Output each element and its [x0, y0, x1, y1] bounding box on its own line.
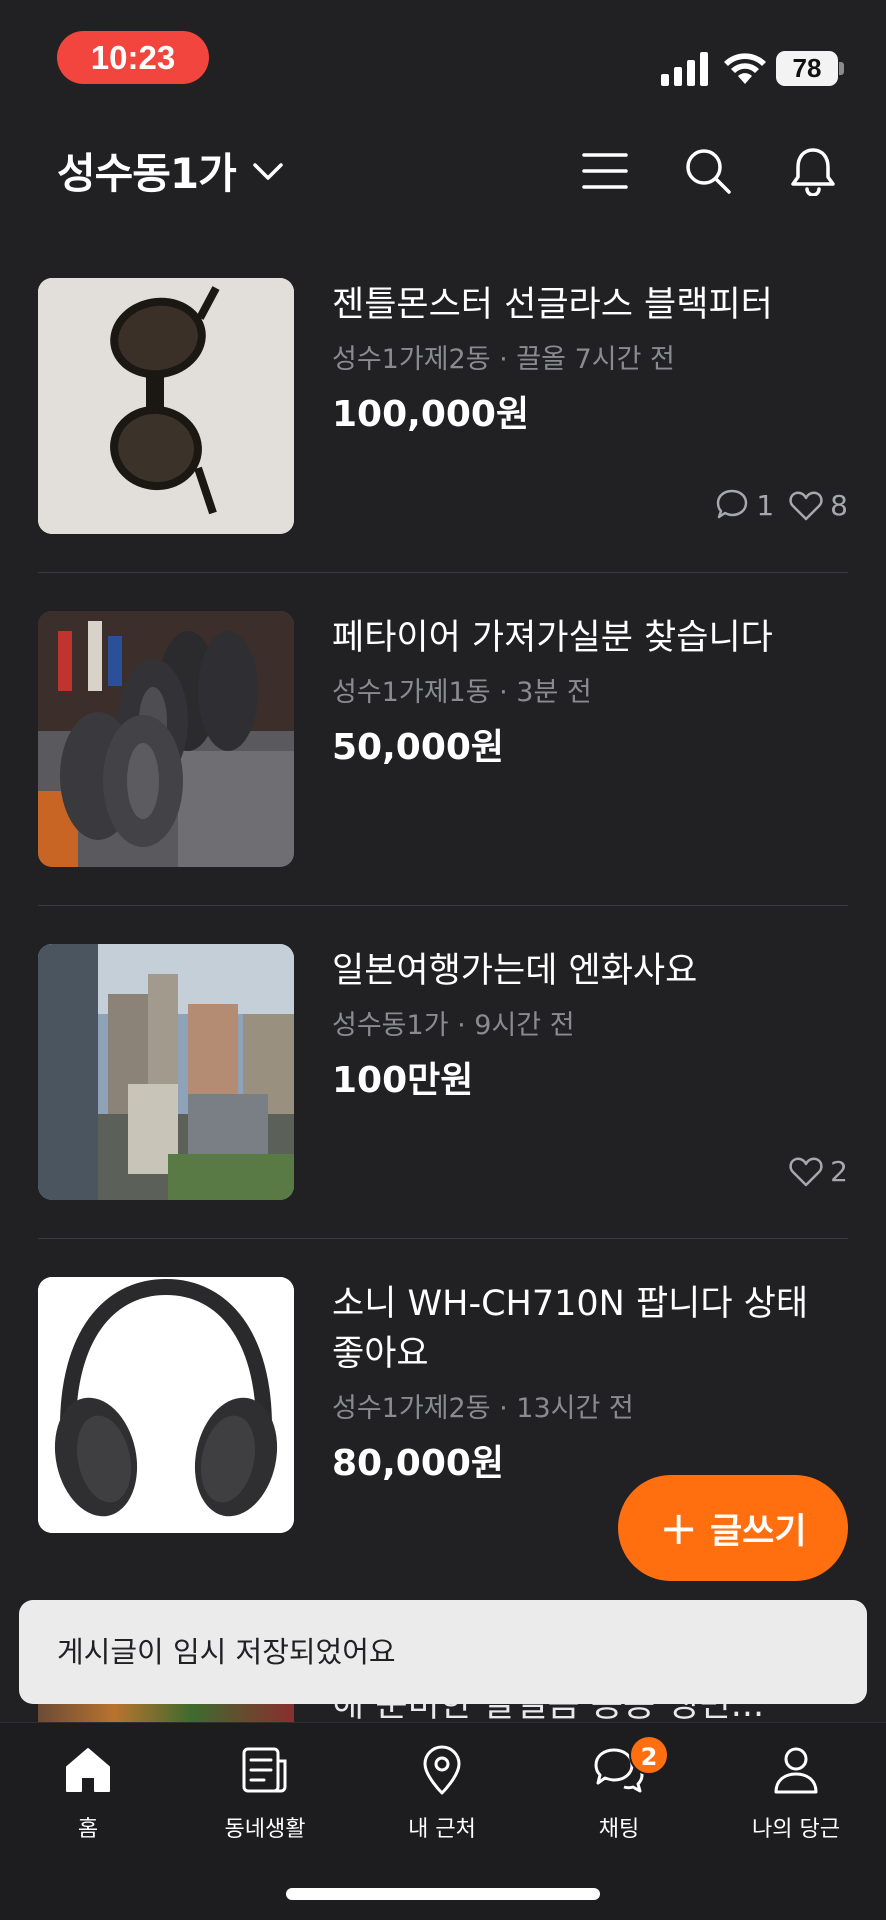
item-price: 100만원 [332, 1060, 474, 1101]
item-title: 젠틀몬스터 선글라스 블랙피터 [332, 285, 773, 325]
product-thumbnail-tires [38, 611, 294, 867]
city-view-image [38, 944, 294, 1200]
tab-label: 동네생활 [224, 1817, 306, 1842]
divider [38, 572, 848, 573]
item-meta: 성수1가제2동 · 13시간 전 [332, 1393, 634, 1424]
wifi-icon [724, 53, 766, 84]
list-item[interactable]: 페타이어 가져가실분 찾습니다 성수1가제1동 · 3분 전 50,000원 [38, 611, 848, 944]
home-indicator [286, 1888, 600, 1900]
item-title: 페타이어 가져가실분 찾습니다 [332, 618, 773, 658]
item-price: 80,000원 [332, 1443, 505, 1484]
tab-my-profile[interactable]: 나의 당근 [726, 1743, 866, 1853]
like-count: 2 [830, 1154, 848, 1188]
item-title: 일본여행가는데 엔화사요 [332, 951, 698, 991]
bell-icon[interactable] [788, 146, 838, 196]
heart-icon [789, 491, 823, 521]
item-price: 100,000원 [332, 394, 530, 435]
item-title: 소니 WH-CH710N 팝니다 상태 좋아요 [332, 1284, 809, 1374]
menu-icon[interactable] [580, 146, 630, 196]
divider [38, 905, 848, 906]
chat-badge: 2 [629, 1735, 669, 1775]
tab-label: 채팅 [598, 1817, 640, 1842]
product-thumbnail-sunglasses [38, 278, 294, 534]
product-thumbnail-cityview [38, 944, 294, 1200]
location-pin-icon [423, 1745, 461, 1795]
tab-nearby[interactable]: 내 근처 [372, 1743, 512, 1853]
tab-label: 홈 [77, 1817, 99, 1842]
tab-label: 내 근처 [408, 1817, 476, 1842]
list-item[interactable]: 일본여행가는데 엔화사요 성수동1가 · 9시간 전 100만원 2 [38, 944, 848, 1277]
comment-count: 1 [756, 488, 775, 522]
item-stats: 2 [788, 1154, 848, 1188]
location-label: 성수동1가 [57, 149, 237, 198]
person-icon [774, 1747, 818, 1794]
status-time: 10:23 [57, 31, 209, 84]
divider [38, 1238, 848, 1239]
tab-label: 나의 당근 [752, 1817, 840, 1842]
search-icon[interactable] [683, 146, 733, 196]
battery-level: 78 [776, 51, 838, 86]
newspaper-icon [242, 1747, 287, 1793]
chevron-down-icon [253, 162, 283, 180]
plus-icon: + [659, 1501, 698, 1555]
location-selector[interactable]: 성수동1가 [57, 140, 286, 201]
battery-tip [839, 62, 844, 75]
sunglasses-image [38, 278, 294, 534]
home-icon [66, 1748, 110, 1792]
write-post-label: 글쓰기 [709, 1511, 807, 1552]
item-meta: 성수1가제1동 · 3분 전 [332, 677, 592, 708]
like-count: 8 [830, 488, 848, 522]
tab-neighborhood[interactable]: 동네생활 [195, 1743, 335, 1853]
comment-icon [717, 489, 748, 519]
item-stats: 1 8 [714, 488, 848, 522]
header: 성수동1가 [0, 130, 886, 210]
heart-icon [789, 1157, 823, 1187]
headphones-image [38, 1277, 294, 1533]
product-thumbnail-headphones [38, 1277, 294, 1533]
item-meta: 성수동1가 · 9시간 전 [332, 1010, 575, 1041]
status-bar: 10:23 78 [0, 0, 886, 110]
list-item[interactable]: 젠틀몬스터 선글라스 블랙피터 성수1가제2동 · 끌올 7시간 전 100,0… [38, 278, 848, 611]
tires-image [38, 611, 294, 867]
tab-home[interactable]: 홈 [18, 1743, 158, 1853]
item-meta: 성수1가제2동 · 끌올 7시간 전 [332, 344, 675, 375]
item-price: 50,000원 [332, 727, 505, 768]
cellular-signal-icon [661, 52, 708, 86]
tab-chat[interactable]: 2 채팅 [549, 1735, 689, 1853]
write-post-button[interactable]: + 글쓰기 [618, 1475, 848, 1581]
toast-message: 게시글이 임시 저장되었어요 [19, 1600, 867, 1704]
